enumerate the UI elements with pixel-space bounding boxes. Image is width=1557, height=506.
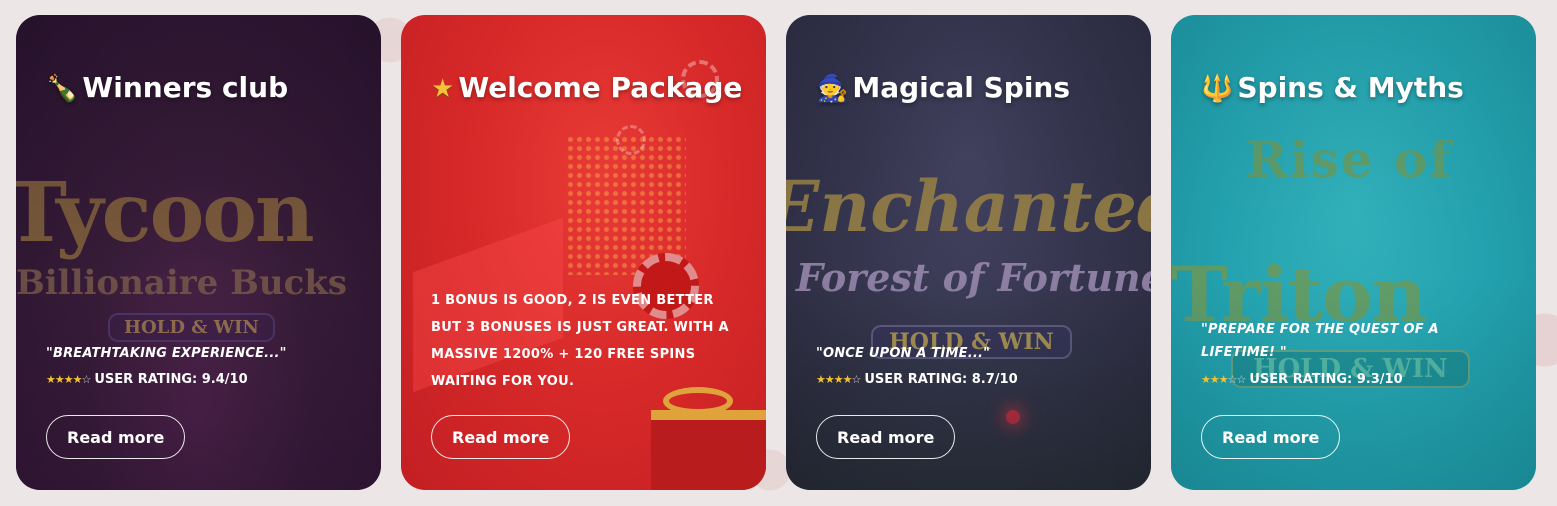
read-more-button[interactable]: Read more — [1201, 415, 1341, 459]
star-icon: ★ — [63, 373, 74, 386]
star-icon: ★ — [1218, 373, 1229, 386]
star-icon: ★ — [833, 373, 844, 386]
star-empty-icon: ☆ — [1227, 373, 1238, 386]
promo-card-spins-and-myths: Rise of Triton HOLD & WIN 🔱Spins & Myths… — [1171, 15, 1536, 490]
wizard-icon: 🧙 — [816, 74, 849, 104]
promo-card-winners-club: Tycoon Billionaire Bucks HOLD & WIN 🍾Win… — [16, 15, 381, 490]
read-more-button[interactable]: Read more — [46, 415, 186, 459]
rating-text: USER RATING: 9.4/10 — [94, 372, 248, 387]
card-title: 🧙 Magical Spins — [816, 67, 1131, 110]
star-empty-icon: ☆ — [851, 373, 862, 386]
user-rating: ★ ★ ★ ★ ☆ USER RATING: 8.7/10 — [816, 372, 1018, 387]
card-title: 🔱 Spins & Myths — [1201, 67, 1516, 110]
star-icon: ★ — [824, 373, 835, 386]
promo-card-magical-spins: Enchanted Forest of Fortune HOLD & WIN 🧙… — [786, 15, 1151, 490]
rating-text: USER RATING: 8.7/10 — [864, 372, 1018, 387]
card-quote: "BREATHTAKING EXPERIENCE..." — [46, 346, 287, 361]
promo-cards: Tycoon Billionaire Bucks HOLD & WIN 🍾Win… — [16, 15, 1536, 490]
rating-stars: ★ ★ ★ ☆ ☆ — [1201, 373, 1247, 386]
star-empty-icon: ☆ — [81, 373, 92, 386]
star-icon: ★ — [72, 373, 83, 386]
rating-text: USER RATING: 9.3/10 — [1249, 372, 1403, 387]
star-icon: ★ — [431, 74, 455, 104]
champagne-icon: 🍾 — [46, 74, 79, 104]
star-icon: ★ — [54, 373, 65, 386]
user-rating: ★ ★ ★ ☆ ☆ USER RATING: 9.3/10 — [1201, 372, 1403, 387]
card-title: 🍾 Winners club — [46, 67, 361, 110]
star-icon: ★ — [1201, 373, 1211, 386]
card-title-text: Winners club — [82, 71, 289, 104]
card-description: 1 BONUS IS GOOD, 2 IS EVEN BETTER BUT 3 … — [431, 293, 729, 389]
card-title: ★ Welcome Package — [431, 67, 746, 110]
card-quote: "ONCE UPON A TIME..." — [816, 346, 991, 361]
star-empty-icon: ☆ — [1236, 373, 1247, 386]
star-icon: ★ — [816, 373, 826, 386]
rating-stars: ★ ★ ★ ★ ☆ — [816, 373, 862, 386]
card-quote: "PREPARE FOR THE QUEST OF A LIFETIME! " — [1201, 322, 1439, 360]
promo-card-welcome-package: ★ Welcome Package 1 BONUS IS GOOD, 2 IS E… — [401, 15, 766, 490]
read-more-button[interactable]: Read more — [431, 415, 571, 459]
card-title-text: Spins & Myths — [1237, 71, 1464, 104]
card-title-text: Welcome Package — [458, 71, 743, 104]
read-more-button[interactable]: Read more — [816, 415, 956, 459]
trident-icon: 🔱 — [1201, 74, 1234, 104]
rating-stars: ★ ★ ★ ★ ☆ — [46, 373, 92, 386]
card-title-text: Magical Spins — [852, 71, 1071, 104]
star-icon: ★ — [46, 373, 56, 386]
user-rating: ★ ★ ★ ★ ☆ USER RATING: 9.4/10 — [46, 372, 248, 387]
star-icon: ★ — [1209, 373, 1220, 386]
star-icon: ★ — [842, 373, 853, 386]
